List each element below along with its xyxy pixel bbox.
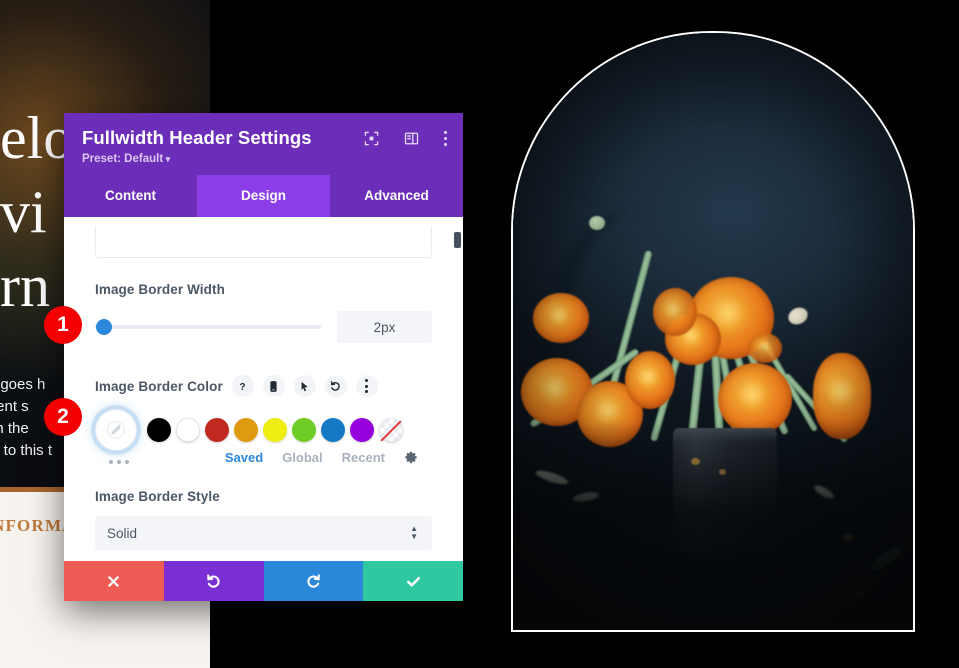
modal-action-bar <box>64 561 463 601</box>
tab-content[interactable]: Content <box>64 175 197 217</box>
swatch-yellow[interactable] <box>263 418 287 442</box>
image-vignette <box>513 33 913 630</box>
palette-tab-global[interactable]: Global <box>282 450 322 465</box>
image-border-style-label: Image Border Style <box>95 489 220 504</box>
svg-text:?: ? <box>240 381 246 392</box>
responsive-mobile-icon[interactable] <box>262 375 285 397</box>
swatch-white[interactable] <box>176 418 200 442</box>
image-border-width-control: 2px <box>95 311 432 343</box>
fullwidth-header-settings-modal[interactable]: Fullwidth Header Settings Preset: Defaul… <box>64 113 463 601</box>
image-border-style-field: Image Border Style Solid ▲ ▼ <box>64 489 463 550</box>
preset-selector[interactable]: Preset: Default ▾ <box>82 153 445 165</box>
focus-frame-icon[interactable] <box>364 131 379 146</box>
settings-panel-body: Image Border Width 2px Image Border Colo… <box>64 217 463 561</box>
border-width-value-input[interactable]: 2px <box>337 311 432 343</box>
arch-image <box>511 31 915 632</box>
undo-button[interactable] <box>163 561 264 601</box>
preset-label: Preset: Default <box>82 153 164 165</box>
redo-button[interactable] <box>263 561 364 601</box>
modal-header: Fullwidth Header Settings Preset: Defaul… <box>64 113 463 175</box>
more-options-icon[interactable] <box>355 375 378 397</box>
image-border-width-field: Image Border Width 2px <box>64 282 463 343</box>
border-width-slider[interactable] <box>95 319 321 335</box>
swatch-blue[interactable] <box>321 418 345 442</box>
image-border-color-label: Image Border Color <box>95 378 223 394</box>
color-swatch-row <box>95 409 432 451</box>
swatch-orange[interactable] <box>234 418 258 442</box>
help-icon[interactable]: ? <box>231 375 254 397</box>
tab-design[interactable]: Design <box>197 175 330 217</box>
chevron-down-icon: ▾ <box>163 154 171 164</box>
panel-scrollbar[interactable] <box>454 217 463 561</box>
preview-image-container <box>511 31 915 632</box>
swatch-purple[interactable] <box>350 418 374 442</box>
save-button[interactable] <box>363 561 463 601</box>
layout-panel-icon[interactable] <box>404 131 419 146</box>
hover-cursor-icon[interactable] <box>293 375 316 397</box>
reset-icon[interactable] <box>324 375 347 397</box>
callout-badge-2: 2 <box>44 398 82 436</box>
modal-tabs: Content Design Advanced <box>64 175 463 217</box>
image-border-style-value: Solid <box>107 525 138 541</box>
palette-tab-recent[interactable]: Recent <box>342 450 385 465</box>
image-border-color-header: Image Border Color ? <box>95 375 432 397</box>
cancel-button[interactable] <box>64 561 164 601</box>
modal-header-icons <box>364 131 447 146</box>
eyedropper-icon[interactable] <box>95 409 137 451</box>
image-border-width-label: Image Border Width <box>95 282 225 297</box>
previous-field-partial[interactable] <box>95 226 432 258</box>
image-border-style-select[interactable]: Solid ▲ ▼ <box>95 516 432 550</box>
more-options-icon[interactable] <box>444 131 447 146</box>
slider-handle[interactable] <box>96 319 112 335</box>
select-arrows-icon: ▲ ▼ <box>410 524 418 541</box>
callout-badge-1: 1 <box>44 306 82 344</box>
palette-tab-saved[interactable]: Saved <box>225 450 263 465</box>
image-border-color-field: Image Border Color ? Saved Global Recent <box>64 375 463 465</box>
scrollbar-thumb[interactable] <box>454 232 461 248</box>
screenshot-root: elo vi rn t goes h tent s in the s to th… <box>0 0 959 668</box>
tab-advanced[interactable]: Advanced <box>330 175 463 217</box>
swatch-none[interactable] <box>379 418 403 442</box>
swatch-green[interactable] <box>292 418 316 442</box>
palette-tabs: Saved Global Recent <box>95 450 432 465</box>
gear-icon[interactable] <box>404 451 418 465</box>
swatch-black[interactable] <box>147 418 171 442</box>
swatch-red[interactable] <box>205 418 229 442</box>
